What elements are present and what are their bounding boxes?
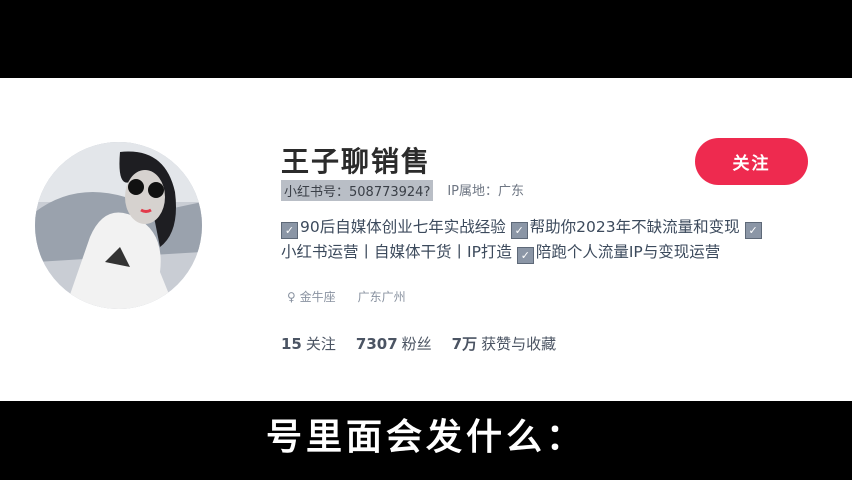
bio-line: 90后自媒体创业七年实战经验 [300,218,506,236]
likes-count: 7万 [451,335,478,353]
tag-location: 广东广州 [357,290,406,304]
followers-count: 7307 [355,335,398,353]
check-icon: ✓ [281,222,298,239]
check-icon: ✓ [744,222,762,239]
stat-likes[interactable]: 7万 获赞与收藏 [452,333,556,354]
ip-location: IP属地：广东 [447,184,525,199]
profile-bio: ✓ 90后自媒体创业七年实战经验 ✓ 帮助你2023年不缺流量和变现 ✓ 小红书运营… [281,215,801,265]
follow-button[interactable]: 关注 [695,138,808,185]
bio-line: 小红书运营丨自媒体干货丨IP打造 [281,243,512,261]
avatar[interactable] [35,142,202,309]
video-subtitle: 号里面会发什么： [265,417,586,458]
bio-line: 陪跑个人流量IP与变现运营 [535,243,721,261]
tag-zodiac: ♀ 金牛座 [287,290,336,304]
stat-following[interactable]: 15 关注 [281,333,336,354]
stat-followers[interactable]: 7307 粉丝 [356,333,432,354]
bio-line: 帮助你2023年不缺流量和变现 [529,218,740,236]
followers-label: 粉丝 [401,335,432,353]
avatar-image [35,142,202,309]
profile-meta: 小红书号：508773924? IP属地：广东 [281,180,524,201]
following-count: 15 [281,335,302,353]
profile-id[interactable]: 小红书号：508773924? [281,180,434,201]
profile-tags: ♀ 金牛座 广东广州 [287,288,406,305]
following-label: 关注 [305,335,336,353]
check-icon: ✓ [516,247,534,264]
profile-username: 王子聊销售 [281,145,432,178]
likes-label: 获赞与收藏 [481,335,557,353]
check-icon: ✓ [510,222,528,239]
profile-stats: 15 关注 7307 粉丝 7万 获赞与收藏 [281,333,556,354]
